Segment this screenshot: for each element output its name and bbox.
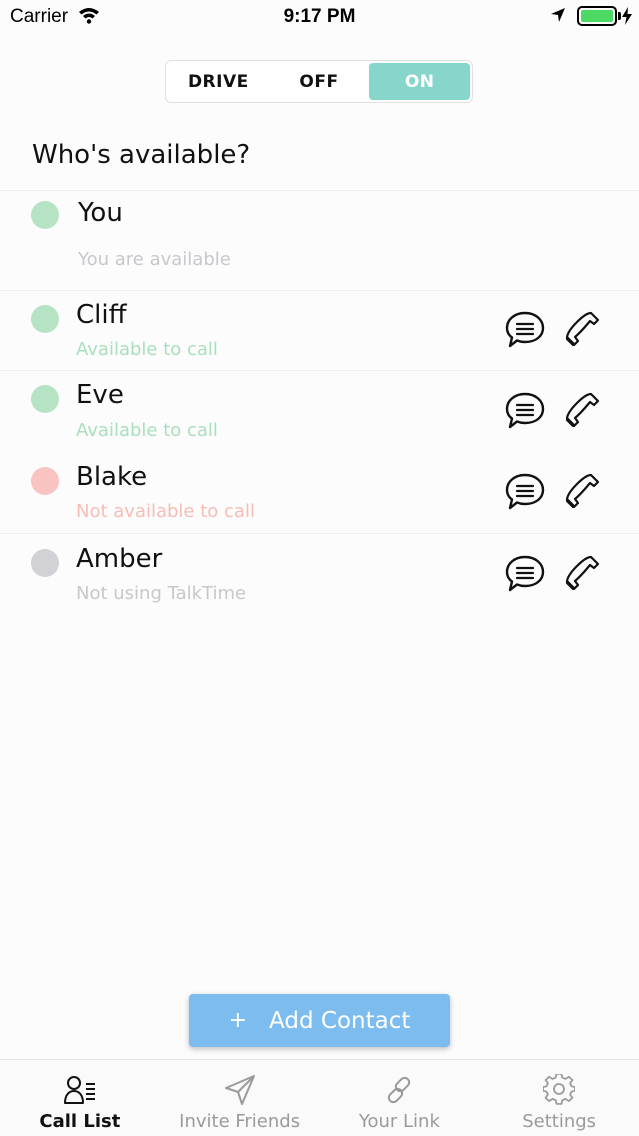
- contact-row-eve[interactable]: Eve Available to call: [0, 370, 639, 452]
- contact-status: You are available: [78, 249, 231, 270]
- plus-icon: +: [228, 1008, 248, 1033]
- contact-status: Available to call: [76, 339, 218, 360]
- tab-call-list[interactable]: Call List: [0, 1060, 160, 1136]
- call-list-icon: [63, 1074, 97, 1110]
- tab-label: Call List: [39, 1111, 121, 1132]
- paper-plane-icon: [224, 1074, 256, 1110]
- battery-icon: [577, 6, 617, 26]
- contact-name: Eve: [76, 380, 124, 410]
- message-icon[interactable]: [504, 472, 546, 516]
- status-dot: [31, 385, 59, 413]
- tab-settings[interactable]: Settings: [479, 1060, 639, 1136]
- contact-row-amber[interactable]: Amber Not using TalkTime: [0, 534, 639, 616]
- contact-row-blake[interactable]: Blake Not available to call: [0, 452, 639, 534]
- message-icon[interactable]: [504, 310, 546, 354]
- status-bar: Carrier 9:17 PM: [0, 0, 639, 34]
- contact-name: Cliff: [76, 300, 127, 330]
- tab-label: Settings: [522, 1111, 597, 1132]
- status-dot: [31, 467, 59, 495]
- add-contact-label: Add Contact: [269, 1007, 411, 1034]
- clock: 9:17 PM: [283, 6, 356, 27]
- contact-name: Amber: [76, 544, 163, 574]
- gear-icon: [542, 1073, 577, 1110]
- contact-status: Not available to call: [76, 501, 255, 522]
- message-icon[interactable]: [504, 554, 546, 598]
- mode-off-option[interactable]: OFF: [269, 63, 370, 100]
- status-dot: [31, 305, 59, 333]
- contact-name: You: [78, 198, 123, 228]
- phone-icon[interactable]: [560, 554, 602, 598]
- phone-icon[interactable]: [560, 472, 602, 516]
- mode-on-option[interactable]: ON: [369, 63, 471, 100]
- charging-bolt-icon: [622, 7, 632, 30]
- contact-row-you: You You are available: [0, 190, 639, 290]
- message-icon[interactable]: [504, 391, 546, 435]
- add-contact-button[interactable]: + Add Contact: [189, 994, 450, 1047]
- tab-label: Your Link: [358, 1111, 440, 1132]
- tab-your-link[interactable]: Your Link: [320, 1060, 480, 1136]
- contact-status: Not using TalkTime: [76, 583, 247, 604]
- status-dot: [31, 549, 59, 577]
- tab-label: Invite Friends: [179, 1111, 301, 1132]
- battery-tip: [618, 12, 621, 20]
- tab-bar: Call List Invite Friends Your Link Setti…: [0, 1059, 639, 1136]
- status-dot: [31, 201, 59, 229]
- page-title: Who's available?: [32, 140, 251, 170]
- mode-switch: DRIVE OFF ON: [165, 60, 473, 103]
- location-arrow-icon: [550, 7, 566, 28]
- phone-icon[interactable]: [560, 391, 602, 435]
- link-icon: [383, 1074, 415, 1110]
- tab-invite-friends[interactable]: Invite Friends: [160, 1060, 320, 1136]
- mode-drive-option[interactable]: DRIVE: [168, 63, 269, 100]
- contact-name: Blake: [76, 462, 148, 492]
- phone-icon[interactable]: [560, 310, 602, 354]
- contact-row-cliff[interactable]: Cliff Available to call: [0, 290, 639, 370]
- contact-status: Available to call: [76, 420, 218, 441]
